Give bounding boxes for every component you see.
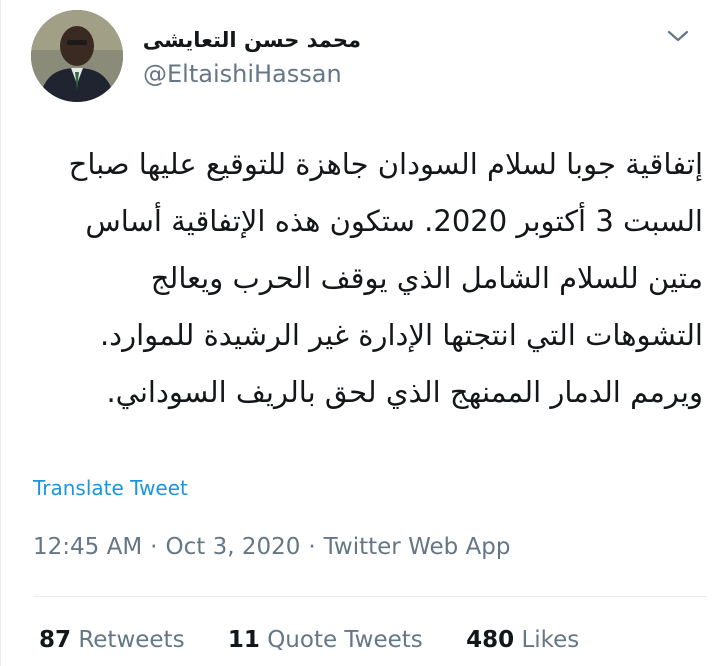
- divider: [33, 596, 706, 597]
- author-handle[interactable]: @EltaishiHassan: [143, 58, 342, 90]
- tweet-date[interactable]: Oct 3, 2020: [165, 534, 300, 560]
- meta-separator: ·: [308, 534, 316, 560]
- quote-tweets-label: Quote Tweets: [267, 627, 423, 653]
- author-avatar[interactable]: [31, 10, 123, 102]
- chevron-down-icon: [667, 30, 689, 42]
- engagement-stats: 87 Retweets 11 Quote Tweets 480 Likes: [39, 624, 615, 656]
- tweet-source[interactable]: Twitter Web App: [324, 534, 511, 560]
- tweet-card: محمد حسن التعايشى @EltaishiHassan إتفاقي…: [0, 0, 720, 666]
- avatar-photo-icon: [31, 10, 123, 102]
- likes-count: 480: [466, 627, 515, 653]
- retweets-count: 87: [39, 627, 72, 653]
- retweets-label: Retweets: [78, 627, 185, 653]
- tweet-time[interactable]: 12:45 AM: [33, 534, 142, 560]
- likes-label: Likes: [521, 627, 580, 653]
- tweet-menu-button[interactable]: [665, 26, 691, 46]
- tweet-text: إتفاقية جوبا لسلام السودان جاهزة للتوقيع…: [68, 147, 703, 409]
- author-display-name[interactable]: محمد حسن التعايشى: [141, 26, 361, 54]
- meta-separator: ·: [150, 534, 158, 560]
- translate-tweet-link[interactable]: Translate Tweet: [33, 475, 188, 501]
- retweets-stat[interactable]: 87 Retweets: [39, 624, 185, 656]
- quote-tweets-count: 11: [227, 627, 260, 653]
- quote-tweets-stat[interactable]: 11 Quote Tweets: [228, 624, 423, 656]
- likes-stat[interactable]: 480 Likes: [466, 624, 579, 656]
- tweet-metadata: 12:45 AM · Oct 3, 2020 · Twitter Web App: [33, 532, 510, 562]
